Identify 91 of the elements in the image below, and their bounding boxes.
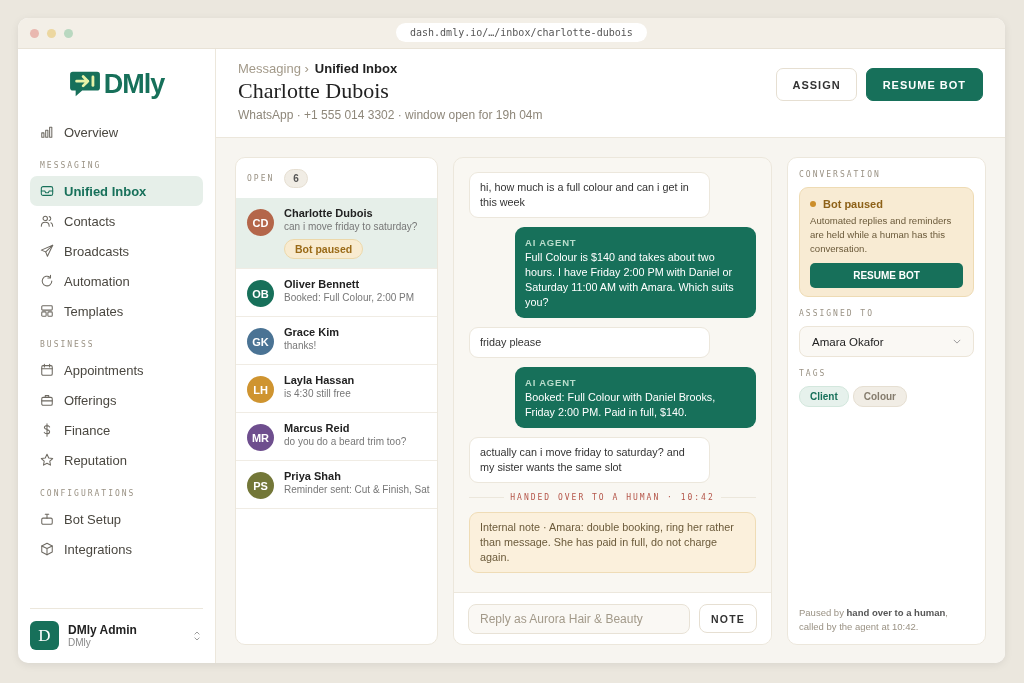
nav-item[interactable]: Automation <box>30 266 203 296</box>
customer-message: hi, how much is a full colour and can i get in this week <box>469 172 710 218</box>
address-bar[interactable]: dash.dmly.io/…/inbox/charlotte-dubois <box>396 23 647 42</box>
count-badge: 6 <box>284 168 308 188</box>
message-preview: thanks! <box>284 340 318 351</box>
section-heading: CONFIGURATIONS <box>39 488 137 500</box>
avatar: OB <box>247 280 274 307</box>
customer-message: friday please <box>469 327 710 358</box>
maximize-window-icon[interactable] <box>64 28 73 38</box>
list-heading: OPEN <box>247 173 275 183</box>
user-name: DMly Admin <box>68 623 138 637</box>
status-dot-icon <box>810 201 816 207</box>
sender-label: AI AGENT <box>525 236 578 250</box>
logo-text: DMly <box>103 68 165 100</box>
nav-item[interactable]: Contacts <box>30 206 203 236</box>
briefcase-icon <box>40 393 54 407</box>
avatar: CD <box>247 209 274 236</box>
message-preview: is 4:30 still free <box>284 388 352 399</box>
nav-item[interactable]: Integrations <box>30 534 203 564</box>
paper-plane-icon <box>40 244 54 258</box>
account-switcher[interactable]: D DMly Admin DMly <box>30 608 203 663</box>
close-window-icon[interactable] <box>30 28 39 38</box>
star-icon <box>40 453 54 467</box>
layout-icon <box>40 304 54 318</box>
field-label: TAGS <box>799 369 828 378</box>
nav-item[interactable]: Broadcasts <box>30 236 203 266</box>
organization-name: DMly <box>68 637 92 648</box>
chevron-down-icon <box>953 339 961 344</box>
refresh-icon <box>40 274 54 288</box>
resume-bot-button[interactable]: RESUME BOT <box>865 68 983 101</box>
conversation-item[interactable]: LH Layla Hassan is 4:30 still free <box>236 365 437 413</box>
chevron-updown-icon <box>193 629 201 642</box>
nav-item[interactable]: Templates <box>30 296 203 326</box>
contact-name: Charlotte Dubois <box>284 207 374 219</box>
contact-name: Layla Hassan <box>284 374 355 386</box>
people-icon <box>40 214 54 228</box>
section-heading: MESSAGING <box>39 160 103 172</box>
message-preview: do you do a beard trim too? <box>284 436 407 447</box>
bot-icon <box>40 512 54 526</box>
nav-item[interactable]: Reputation <box>30 445 203 475</box>
cube-icon <box>40 542 54 556</box>
inbox-icon <box>40 184 54 198</box>
nav-item[interactable]: Offerings <box>30 385 203 415</box>
contact-name: Priya Shah <box>284 470 342 482</box>
avatar: GK <box>247 328 274 355</box>
nav-item[interactable]: Finance <box>30 415 203 445</box>
status-description: Automated replies and reminders are held while a human has this conversation. <box>810 214 953 256</box>
assignee-dropdown[interactable]: Amara Okafor <box>799 326 974 357</box>
breadcrumb-current: Unified Inbox <box>314 61 398 76</box>
conversation-item[interactable]: OB Oliver Bennett Booked: Full Colour, 2:00 PM <box>236 269 437 317</box>
reply-field[interactable]: Reply as Aurora Hair & Beauty <box>468 603 691 634</box>
contact-details: WhatsApp · +1 555 014 3302 · window open for 19h 04m <box>238 108 543 122</box>
logo-icon <box>68 70 101 98</box>
page-title: Charlotte Dubois <box>238 78 390 104</box>
avatar: LH <box>247 376 274 403</box>
calendar-icon <box>40 363 54 377</box>
minimize-window-icon[interactable] <box>47 28 56 38</box>
resume-bot-button[interactable]: RESUME BOT <box>810 263 963 288</box>
conversation-item[interactable]: GK Grace Kim thanks! <box>236 317 437 365</box>
sender-label: AI AGENT <box>525 376 578 390</box>
customer-message: actually can i move friday to saturday? and my sister wants the same slot <box>469 437 710 483</box>
nav-item[interactable]: Unified Inbox <box>30 176 203 206</box>
contact-name: Grace Kim <box>284 326 340 338</box>
assign-button[interactable]: ASSIGN <box>776 68 857 101</box>
bar-chart-icon <box>40 125 54 139</box>
avatar: MR <box>247 424 274 451</box>
avatar: D <box>30 621 59 650</box>
contact-name: Marcus Reid <box>284 422 351 434</box>
nav-item[interactable]: Overview <box>30 117 203 147</box>
note-button[interactable]: NOTE <box>699 604 757 633</box>
tag[interactable]: Colour <box>852 386 907 407</box>
avatar: PS <box>247 472 274 499</box>
status-badge: Bot paused <box>284 239 364 259</box>
conversation-item[interactable]: PS Priya Shah Reminder sent: Cut & Finish, Sat <box>236 461 437 509</box>
tag[interactable]: Client <box>799 386 849 407</box>
message-text: Booked: Full Colour with Daniel Brooks, Friday 2:00 PM. Paid in full, $140. <box>525 390 717 420</box>
section-heading: BUSINESS <box>39 339 96 351</box>
panel-heading: CONVERSATION <box>799 170 882 179</box>
nav-item[interactable]: Appointments <box>30 355 203 385</box>
status-title: Bot paused <box>823 198 883 210</box>
conversation-item[interactable]: MR Marcus Reid do you do a beard trim too? <box>236 413 437 461</box>
field-label: ASSIGNED TO <box>799 309 875 318</box>
nav-item[interactable]: Bot Setup <box>30 504 203 534</box>
pause-reason: Paused by hand over to a human, called by the agent at 10:42. <box>799 606 949 634</box>
message-preview: can i move friday to saturday? <box>284 221 418 232</box>
handover-label: HANDED OVER TO A HUMAN · 10:42 <box>510 493 715 502</box>
contact-name: Oliver Bennett <box>284 278 361 290</box>
conversation-item[interactable]: CD Charlotte Dubois can i move friday to saturday? Bot paused <box>236 198 437 269</box>
message-preview: Booked: Full Colour, 2:00 PM <box>284 292 415 303</box>
internal-note: Internal note · Amara: double booking, ring her rather than message. She has paid in full, do not charge again. <box>469 512 756 573</box>
message-text: Full Colour is $140 and takes about two hours. I have Friday 2:00 PM with Daniel or Saturday 11:00 AM with Amara. Which suits you? <box>525 250 735 310</box>
